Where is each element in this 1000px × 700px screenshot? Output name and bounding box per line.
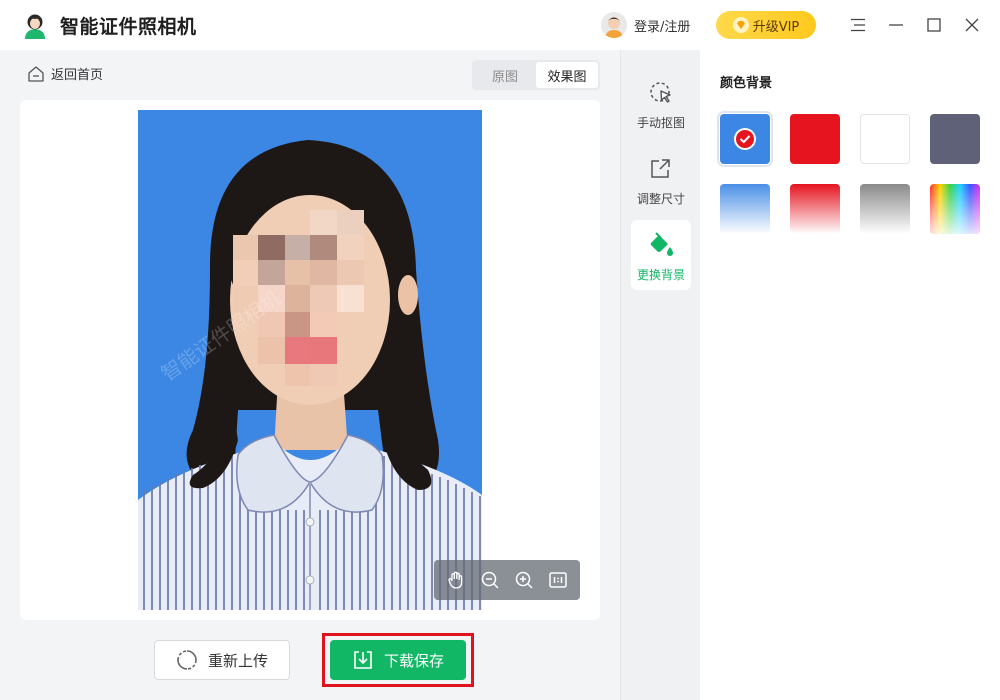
refresh-icon (177, 650, 197, 670)
swatch-gray-blue[interactable] (930, 114, 980, 164)
swatch-gray-gradient[interactable] (860, 184, 910, 234)
download-save-label: 下载保存 (383, 651, 444, 670)
actual-size-icon[interactable] (546, 568, 570, 592)
tab-original[interactable]: 原图 (474, 62, 536, 88)
paint-bucket-icon (650, 232, 673, 256)
zoom-in-icon[interactable] (512, 568, 536, 592)
diamond-icon (732, 17, 749, 33)
tool-manual-cutout[interactable]: 手动抠图 (631, 70, 691, 140)
back-home-label: 返回首页 (51, 68, 104, 83)
app-logo-icon (25, 14, 45, 39)
panel-title: 颜色背景 (720, 76, 773, 91)
swatch-red-gradient[interactable] (790, 184, 840, 234)
tool-change-background[interactable]: 更换背景 (631, 220, 691, 290)
check-circle-icon (734, 128, 756, 150)
id-photo-preview (138, 110, 482, 610)
login-register-link[interactable]: 登录/注册 (634, 16, 690, 35)
minimize-icon[interactable] (884, 13, 908, 37)
back-home-link[interactable]: 返回首页 (27, 64, 103, 83)
portrait-image (138, 110, 482, 610)
maximize-icon[interactable] (922, 13, 946, 37)
tool-sidebar: 手动抠图 调整尺寸 更换背景 (620, 50, 700, 700)
background-color-panel: 颜色背景 (700, 50, 1000, 700)
title-bar: 智能证件照相机 登录/注册 升级VIP (0, 0, 1000, 50)
swatch-rainbow-gradient[interactable] (930, 184, 980, 234)
view-toggle: 原图 效果图 (472, 60, 600, 90)
cursor-select-icon (650, 82, 671, 103)
download-save-button[interactable]: 下载保存 (330, 640, 466, 680)
home-icon (28, 65, 44, 82)
swatch-blue[interactable] (717, 111, 773, 167)
user-avatar[interactable] (601, 12, 627, 38)
swatch-blue-gradient[interactable] (720, 184, 770, 234)
swatch-white[interactable] (860, 114, 910, 164)
hand-icon[interactable] (444, 568, 468, 592)
download-icon (354, 651, 372, 669)
zoom-out-icon[interactable] (478, 568, 502, 592)
swatch-red[interactable] (790, 114, 840, 164)
reupload-label: 重新上传 (207, 651, 268, 670)
app-title: 智能证件照相机 (60, 16, 197, 38)
zoom-toolbar (434, 560, 580, 600)
vip-label: 升级VIP (752, 19, 800, 35)
tab-result[interactable]: 效果图 (536, 62, 598, 88)
close-icon[interactable] (960, 13, 984, 37)
tool-label: 手动抠图 (636, 116, 685, 130)
tool-label: 更换背景 (636, 268, 685, 282)
menu-icon[interactable] (846, 13, 870, 37)
upgrade-vip-button[interactable]: 升级VIP (716, 11, 816, 39)
tool-resize[interactable]: 调整尺寸 (631, 146, 691, 216)
resize-icon (651, 159, 670, 178)
reupload-button[interactable]: 重新上传 (154, 640, 290, 680)
tool-label: 调整尺寸 (636, 192, 685, 206)
